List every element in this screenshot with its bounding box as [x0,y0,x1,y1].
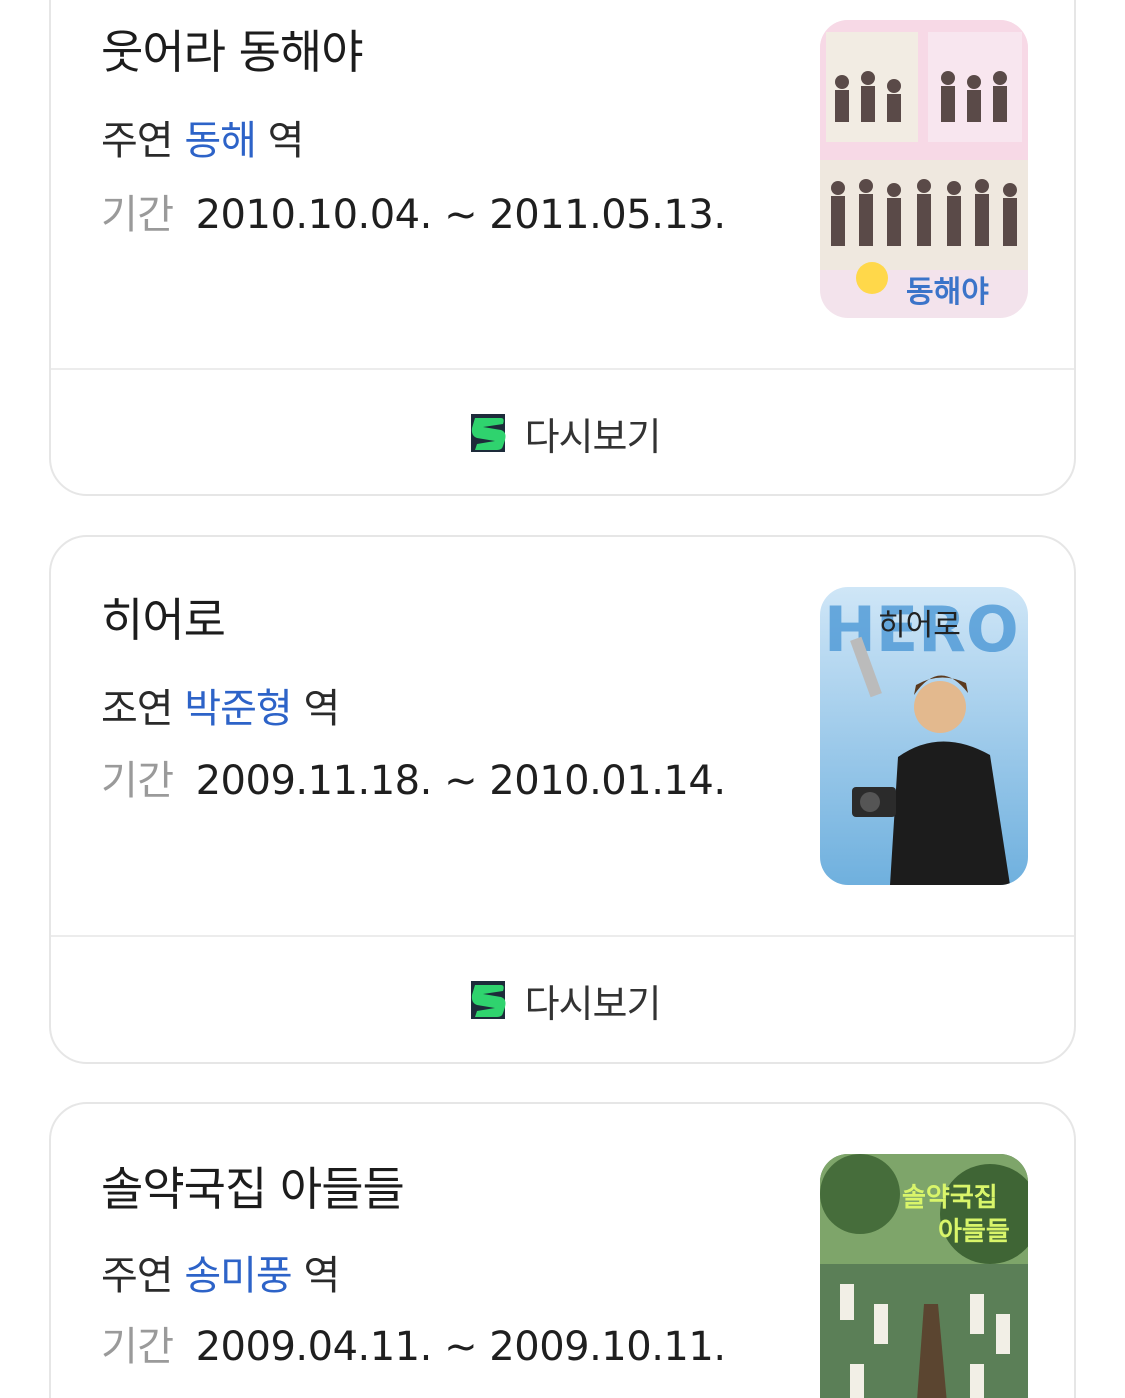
actor-link[interactable]: 동해 [184,118,257,164]
drama-card-body: 웃어라 동해야 주연 동해 역 기간 2010.10.04. ~ 2011.05.… [51,0,1074,368]
play-service-s-icon [470,981,506,1019]
period-label: 기간 [101,758,174,804]
period-value: 2009.11.18. ~ 2010.01.14. [195,758,726,804]
drama-period: 기간 2009.11.18. ~ 2010.01.14. [101,756,726,806]
rewatch-button[interactable]: 다시보기 [51,937,1074,1062]
role-type: 주연 [101,1253,174,1299]
period-value: 2009.04.11. ~ 2009.10.11. [195,1324,726,1370]
role-type: 주연 [101,118,174,164]
drama-poster[interactable]: 솔약국집 아들들 [820,1154,1028,1398]
svg-text:아들들: 아들들 [938,1217,1010,1247]
drama-title[interactable]: 웃어라 동해야 [101,24,364,80]
drama-poster[interactable]: HERO 히어로 [820,587,1028,885]
drama-card[interactable]: 웃어라 동해야 주연 동해 역 기간 2010.10.04. ~ 2011.05.… [49,0,1076,496]
role-suffix: 역 [267,118,305,164]
drama-poster[interactable]: 동해야 [820,20,1028,318]
drama-card[interactable]: 솔약국집 아들들 주연 송미풍 역 기간 2009.04.11. ~ 2009.1… [49,1102,1076,1398]
role-suffix: 역 [303,1253,340,1299]
role-type: 조연 [101,686,174,732]
period-label: 기간 [101,1324,174,1370]
actor-link[interactable]: 박준형 [184,686,292,732]
drama-card-body: 솔약국집 아들들 주연 송미풍 역 기간 2009.04.11. ~ 2009.1… [51,1104,1074,1398]
svg-text:솔약국집: 솔약국집 [902,1183,998,1213]
drama-role: 주연 송미풍 역 [101,1251,340,1301]
role-suffix: 역 [303,686,340,732]
drama-period: 기간 2010.10.04. ~ 2011.05.13. [101,190,726,240]
rewatch-button[interactable]: 다시보기 [51,370,1074,494]
page: 웃어라 동해야 주연 동해 역 기간 2010.10.04. ~ 2011.05.… [0,0,1125,1398]
period-label: 기간 [101,192,174,238]
rewatch-label: 다시보기 [524,414,662,459]
rewatch-label: 다시보기 [524,981,662,1026]
drama-period: 기간 2009.04.11. ~ 2009.10.11. [101,1322,726,1372]
drama-card[interactable]: 히어로 조연 박준형 역 기간 2009.11.18. ~ 2010.01.14. [49,535,1076,1064]
drama-card-body: 히어로 조연 박준형 역 기간 2009.11.18. ~ 2010.01.14. [51,537,1074,935]
drama-title[interactable]: 솔약국집 아들들 [101,1161,405,1217]
play-service-s-icon [470,414,506,452]
period-value: 2010.10.04. ~ 2011.05.13. [195,192,726,238]
svg-text:동해야: 동해야 [906,275,989,310]
svg-text:히어로: 히어로 [878,608,961,643]
drama-role: 주연 동해 역 [101,116,305,166]
drama-role: 조연 박준형 역 [101,684,340,734]
drama-title[interactable]: 히어로 [101,592,226,648]
actor-link[interactable]: 송미풍 [184,1253,292,1299]
